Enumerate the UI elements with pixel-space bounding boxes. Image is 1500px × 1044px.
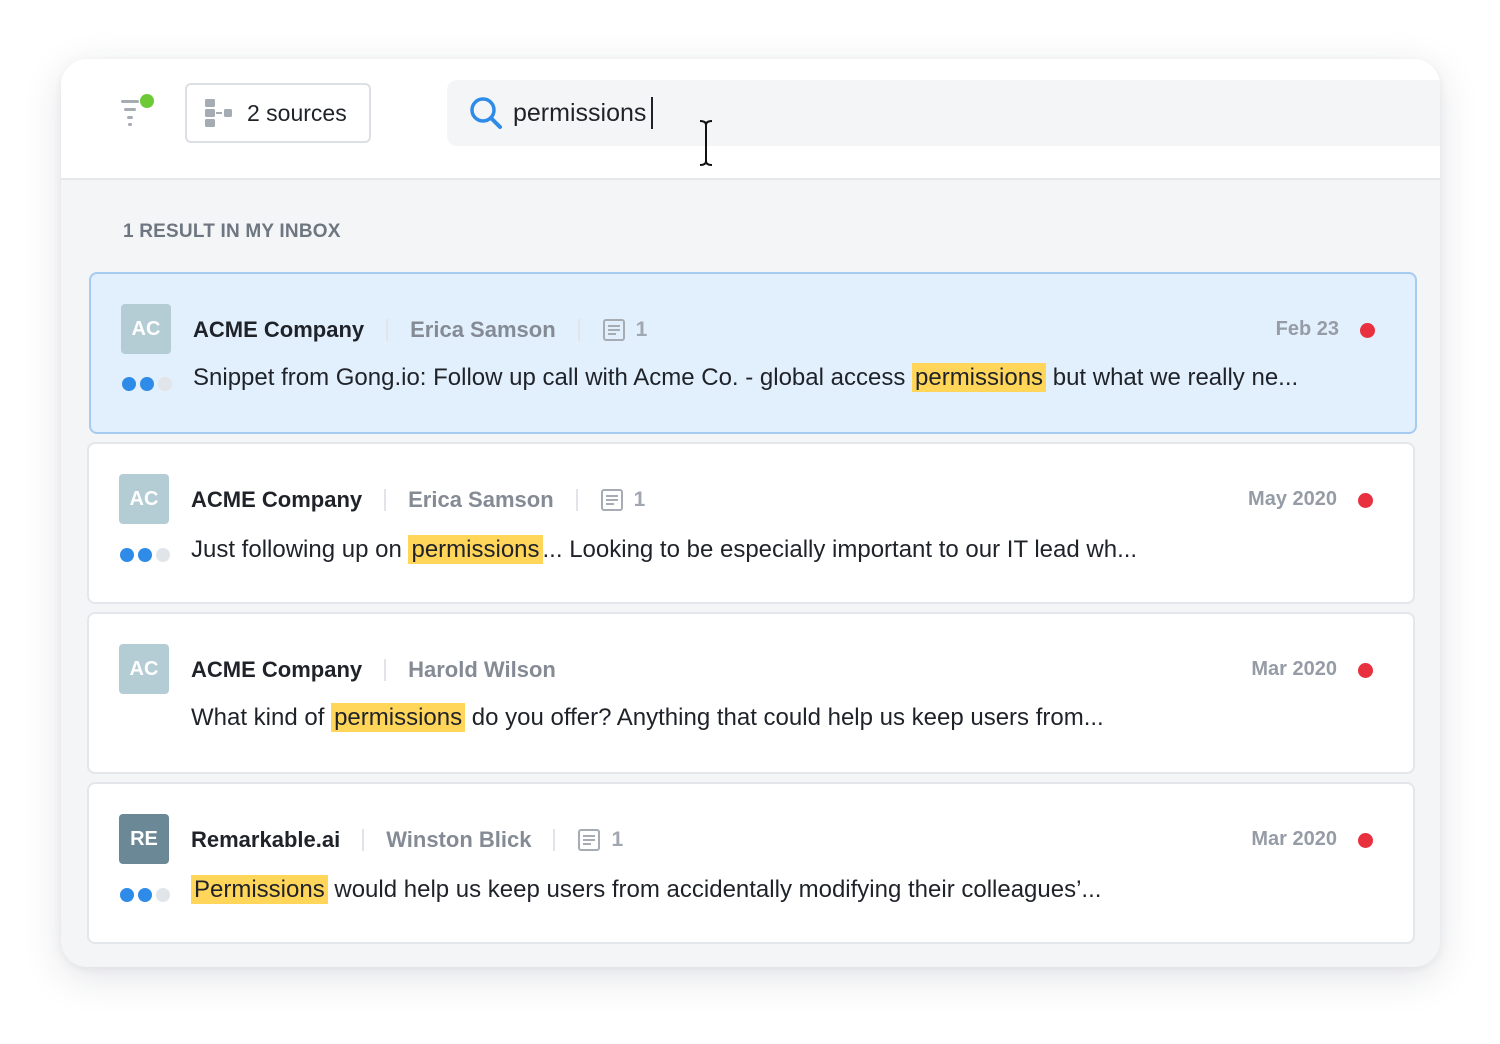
result-card[interactable]: AC ACME Company Harold Wilson Mar 2020 What … xyxy=(87,612,1415,774)
avatar: AC xyxy=(119,474,169,524)
search-icon xyxy=(470,97,502,129)
stage-dot xyxy=(138,888,152,902)
search-match-highlight: permissions xyxy=(912,363,1047,392)
avatar: RE xyxy=(119,814,169,864)
filter-button[interactable] xyxy=(119,94,157,130)
snippet-text: What kind of permissions do you offer? A… xyxy=(191,703,1104,732)
unread-indicator xyxy=(1358,493,1373,508)
document-count-value: 1 xyxy=(635,318,648,341)
company-name[interactable]: ACME Company xyxy=(193,317,364,343)
snippet-before: What kind of xyxy=(191,704,332,731)
date-label: Feb 23 xyxy=(1275,318,1339,340)
result-card[interactable]: AC ACME Company Erica Samson 1 May 2020 Just … xyxy=(87,442,1415,604)
avatar: AC xyxy=(121,304,171,354)
stage-dot xyxy=(158,377,172,391)
stage-dot xyxy=(120,548,134,562)
divider xyxy=(384,489,387,511)
search-panel: 2 sources 1 RESULT IN MY INBOX AC ACME Co… xyxy=(61,59,1440,967)
toolbar: 2 sources xyxy=(61,59,1440,180)
stage-progress xyxy=(120,548,170,562)
company-name[interactable]: ACME Company xyxy=(191,487,362,513)
text-caret xyxy=(651,97,653,129)
divider xyxy=(577,319,580,341)
card-header: ACME Company Harold Wilson xyxy=(191,650,556,690)
contact-name[interactable]: Harold Wilson xyxy=(408,657,556,683)
contact-name[interactable]: Erica Samson xyxy=(410,317,556,343)
card-header: ACME Company Erica Samson 1 xyxy=(193,310,647,350)
date-label: Mar 2020 xyxy=(1251,658,1337,680)
sources-label: 2 sources xyxy=(247,99,347,126)
stage-progress xyxy=(122,377,172,391)
document-count: 1 xyxy=(602,318,648,342)
search-match-highlight: Permissions xyxy=(191,875,328,904)
company-name[interactable]: Remarkable.ai xyxy=(191,827,340,853)
sources-tree-icon xyxy=(205,99,232,127)
snippet-after: but what we really ne... xyxy=(1046,364,1299,391)
company-name[interactable]: ACME Company xyxy=(191,657,362,683)
stage-dot xyxy=(140,377,154,391)
date-label: May 2020 xyxy=(1248,488,1337,510)
document-count-value: 1 xyxy=(633,488,646,511)
result-card[interactable]: AC ACME Company Erica Samson 1 Feb 23 Snippet… xyxy=(89,272,1417,434)
document-icon xyxy=(600,489,623,511)
stage-progress xyxy=(120,888,170,902)
filter-icon xyxy=(121,94,154,126)
card-header: ACME Company Erica Samson 1 xyxy=(191,480,645,520)
unread-indicator xyxy=(1358,663,1373,678)
snippet-text: Snippet from Gong.io: Follow up call wit… xyxy=(193,363,1299,392)
document-count-value: 1 xyxy=(611,828,624,851)
result-card[interactable]: RE Remarkable.ai Winston Blick 1 Mar 2020 Per… xyxy=(87,782,1415,944)
contact-name[interactable]: Winston Blick xyxy=(386,827,531,853)
divider xyxy=(362,829,365,851)
unread-indicator xyxy=(1360,323,1375,338)
document-count: 1 xyxy=(600,488,646,512)
divider xyxy=(575,489,578,511)
avatar: AC xyxy=(119,644,169,694)
snippet-before: Snippet from Gong.io: Follow up call wit… xyxy=(193,364,912,391)
stage-dot xyxy=(120,888,134,902)
document-count: 1 xyxy=(577,828,623,852)
snippet-after: ... Looking to be especially important t… xyxy=(542,536,1138,563)
snippet-text: Permissions would help us keep users fro… xyxy=(191,875,1102,904)
search-box[interactable] xyxy=(447,80,1440,146)
divider xyxy=(386,319,389,341)
text-cursor-icon xyxy=(699,120,713,166)
document-icon xyxy=(602,319,625,341)
card-header: Remarkable.ai Winston Blick 1 xyxy=(191,820,623,860)
unread-indicator xyxy=(1358,833,1373,848)
date-label: Mar 2020 xyxy=(1251,828,1337,850)
sources-button[interactable]: 2 sources xyxy=(185,83,371,143)
snippet-after: do you offer? Anything that could help u… xyxy=(465,704,1104,731)
search-match-highlight: permissions xyxy=(408,535,543,564)
stage-dot xyxy=(156,888,170,902)
document-icon xyxy=(578,829,601,851)
divider xyxy=(553,829,556,851)
snippet-after: would help us keep users from accidental… xyxy=(327,876,1102,903)
stage-dot xyxy=(138,548,152,562)
search-input[interactable] xyxy=(513,93,651,133)
stage-dot xyxy=(122,377,136,391)
stage-dot xyxy=(156,548,170,562)
search-match-highlight: permissions xyxy=(331,703,466,732)
snippet-before: Just following up on xyxy=(191,536,409,563)
snippet-text: Just following up on permissions... Look… xyxy=(191,535,1138,564)
contact-name[interactable]: Erica Samson xyxy=(408,487,554,513)
results-heading: 1 RESULT IN MY INBOX xyxy=(123,221,341,242)
divider xyxy=(384,659,387,681)
